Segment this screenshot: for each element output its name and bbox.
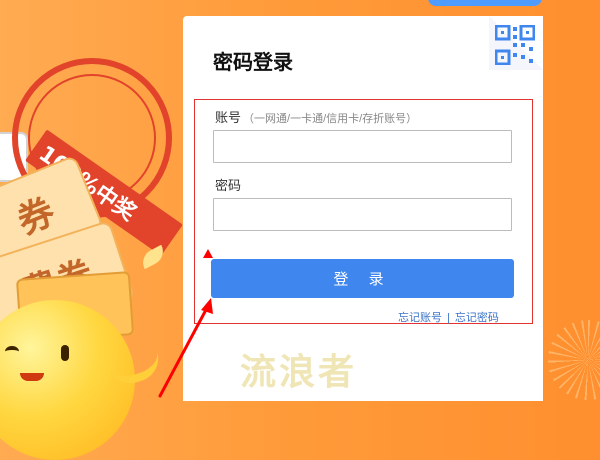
account-input[interactable] <box>213 130 512 163</box>
password-label: 密码 <box>215 178 242 193</box>
login-button[interactable]: 登 录 <box>211 259 514 298</box>
account-label: 账号 （一网通/一卡通/信用卡/存折账号） <box>215 107 417 126</box>
top-tab <box>428 0 542 6</box>
qr-code-icon[interactable] <box>494 24 536 66</box>
page-title: 密码登录 <box>213 52 293 74</box>
forgot-password-link[interactable]: 忘记密码 <box>455 312 499 324</box>
promo-ticket-label: 券 <box>11 190 61 243</box>
password-input[interactable] <box>213 198 512 231</box>
account-label-text: 账号 <box>215 110 242 125</box>
open-eye <box>61 345 69 361</box>
mouth <box>20 373 44 381</box>
forgot-links: 忘记账号 | 忘记密码 <box>398 309 499 325</box>
account-hint: （一网通/一卡通/信用卡/存折账号） <box>243 113 418 125</box>
watermark: 流浪者 <box>240 351 358 392</box>
red-triangle-marker <box>203 249 213 258</box>
wink-eye <box>5 346 19 357</box>
forgot-account-link[interactable]: 忘记账号 <box>398 312 442 324</box>
link-separator: | <box>447 312 450 324</box>
red-arrow-icon <box>158 298 213 398</box>
